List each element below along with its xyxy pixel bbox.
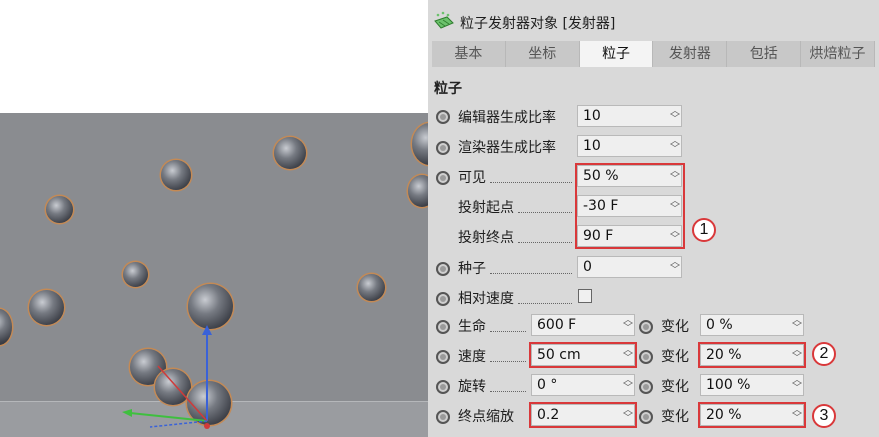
render-rate-field[interactable]: 10 ︿ ﹀ <box>577 135 682 157</box>
highlight-box-3 <box>698 402 806 428</box>
animate-radio[interactable] <box>436 410 450 424</box>
attribute-panel: 粒子发射器对象 [发射器] 基本 坐标 粒子 发射器 包括 烘焙粒子 粒子 编辑… <box>428 0 879 437</box>
callout-1: 1 <box>692 218 716 242</box>
label-dots <box>490 390 526 392</box>
animate-radio[interactable] <box>436 380 450 394</box>
animate-radio[interactable] <box>436 292 450 306</box>
relative-speed-checkbox[interactable] <box>578 289 592 303</box>
editor-rate-field[interactable]: 10 ︿ ﹀ <box>577 105 682 127</box>
emitter-icon <box>434 11 454 29</box>
highlight-box-end-scale <box>529 402 637 428</box>
end-scale-variation-label: 变化 <box>661 409 689 425</box>
spinner-arrows-icon[interactable]: ︿ ﹀ <box>670 137 680 155</box>
spinner-arrows-icon[interactable]: ︿ ﹀ <box>623 376 633 394</box>
stop-emission-label: 投射终点 <box>458 230 514 246</box>
spinner-arrows-icon[interactable]: ︿ ﹀ <box>792 316 802 334</box>
callout-2: 2 <box>812 342 836 366</box>
tab-bar: 基本 坐标 粒子 发射器 包括 烘焙粒子 <box>432 41 875 67</box>
lifetime-label: 生命 <box>458 319 486 335</box>
animate-radio[interactable] <box>639 380 653 394</box>
axis-gizmo[interactable] <box>0 113 428 437</box>
rotation-variation-label: 变化 <box>661 379 689 395</box>
rotation-variation-field[interactable]: 100 % ︿ ﹀ <box>700 374 804 396</box>
speed-label: 速度 <box>458 349 486 365</box>
end-scale-label: 终点缩放 <box>458 409 514 425</box>
animate-radio[interactable] <box>436 262 450 276</box>
animate-radio[interactable] <box>436 171 450 185</box>
render-rate-label: 渲染器生成比率 <box>458 140 556 156</box>
label-dots <box>518 241 572 243</box>
label-dots <box>490 360 526 362</box>
lifetime-variation-field[interactable]: 0 % ︿ ﹀ <box>700 314 804 336</box>
speed-variation-label: 变化 <box>661 349 689 365</box>
rotation-label: 旋转 <box>458 379 486 395</box>
tab-bake-particles[interactable]: 烘焙粒子 <box>801 41 875 67</box>
animate-radio[interactable] <box>436 320 450 334</box>
animate-radio[interactable] <box>639 320 653 334</box>
seed-label: 种子 <box>458 261 486 277</box>
label-dots <box>518 211 572 213</box>
animate-radio[interactable] <box>436 141 450 155</box>
label-dots <box>490 330 526 332</box>
tab-coordinates[interactable]: 坐标 <box>505 41 580 67</box>
window-title: 粒子发射器对象 [发射器] <box>460 16 616 32</box>
editor-rate-label: 编辑器生成比率 <box>458 110 556 126</box>
viewport-3d[interactable] <box>0 113 428 437</box>
spinner-arrows-icon[interactable]: ︿ ﹀ <box>670 107 680 125</box>
title-bar: 粒子发射器对象 [发射器] <box>428 0 879 40</box>
animate-radio[interactable] <box>639 410 653 424</box>
section-title: 粒子 <box>434 81 462 97</box>
lifetime-variation-label: 变化 <box>661 319 689 335</box>
tab-particles[interactable]: 粒子 <box>579 41 654 67</box>
seed-field[interactable]: 0 ︿ ﹀ <box>577 256 682 278</box>
label-dots <box>490 181 572 183</box>
tab-include[interactable]: 包括 <box>727 41 802 67</box>
visibility-label: 可见 <box>458 170 486 186</box>
highlight-box-speed <box>529 342 637 368</box>
animate-radio[interactable] <box>436 350 450 364</box>
highlight-box-1 <box>575 163 685 249</box>
spinner-arrows-icon[interactable]: ︿ ﹀ <box>623 316 633 334</box>
tab-basic[interactable]: 基本 <box>432 41 506 67</box>
spinner-arrows-icon[interactable]: ︿ ﹀ <box>670 258 680 276</box>
animate-radio[interactable] <box>639 350 653 364</box>
highlight-box-2 <box>698 342 806 368</box>
start-emission-label: 投射起点 <box>458 200 514 216</box>
relative-speed-label: 相对速度 <box>458 291 514 307</box>
rotation-field[interactable]: 0 ° ︿ ﹀ <box>531 374 635 396</box>
label-dots <box>490 272 572 274</box>
label-dots <box>518 302 572 304</box>
tab-emitter[interactable]: 发射器 <box>653 41 728 67</box>
animate-radio[interactable] <box>436 110 450 124</box>
callout-3: 3 <box>812 404 836 428</box>
spinner-arrows-icon[interactable]: ︿ ﹀ <box>792 376 802 394</box>
lifetime-field[interactable]: 600 F ︿ ﹀ <box>531 314 635 336</box>
